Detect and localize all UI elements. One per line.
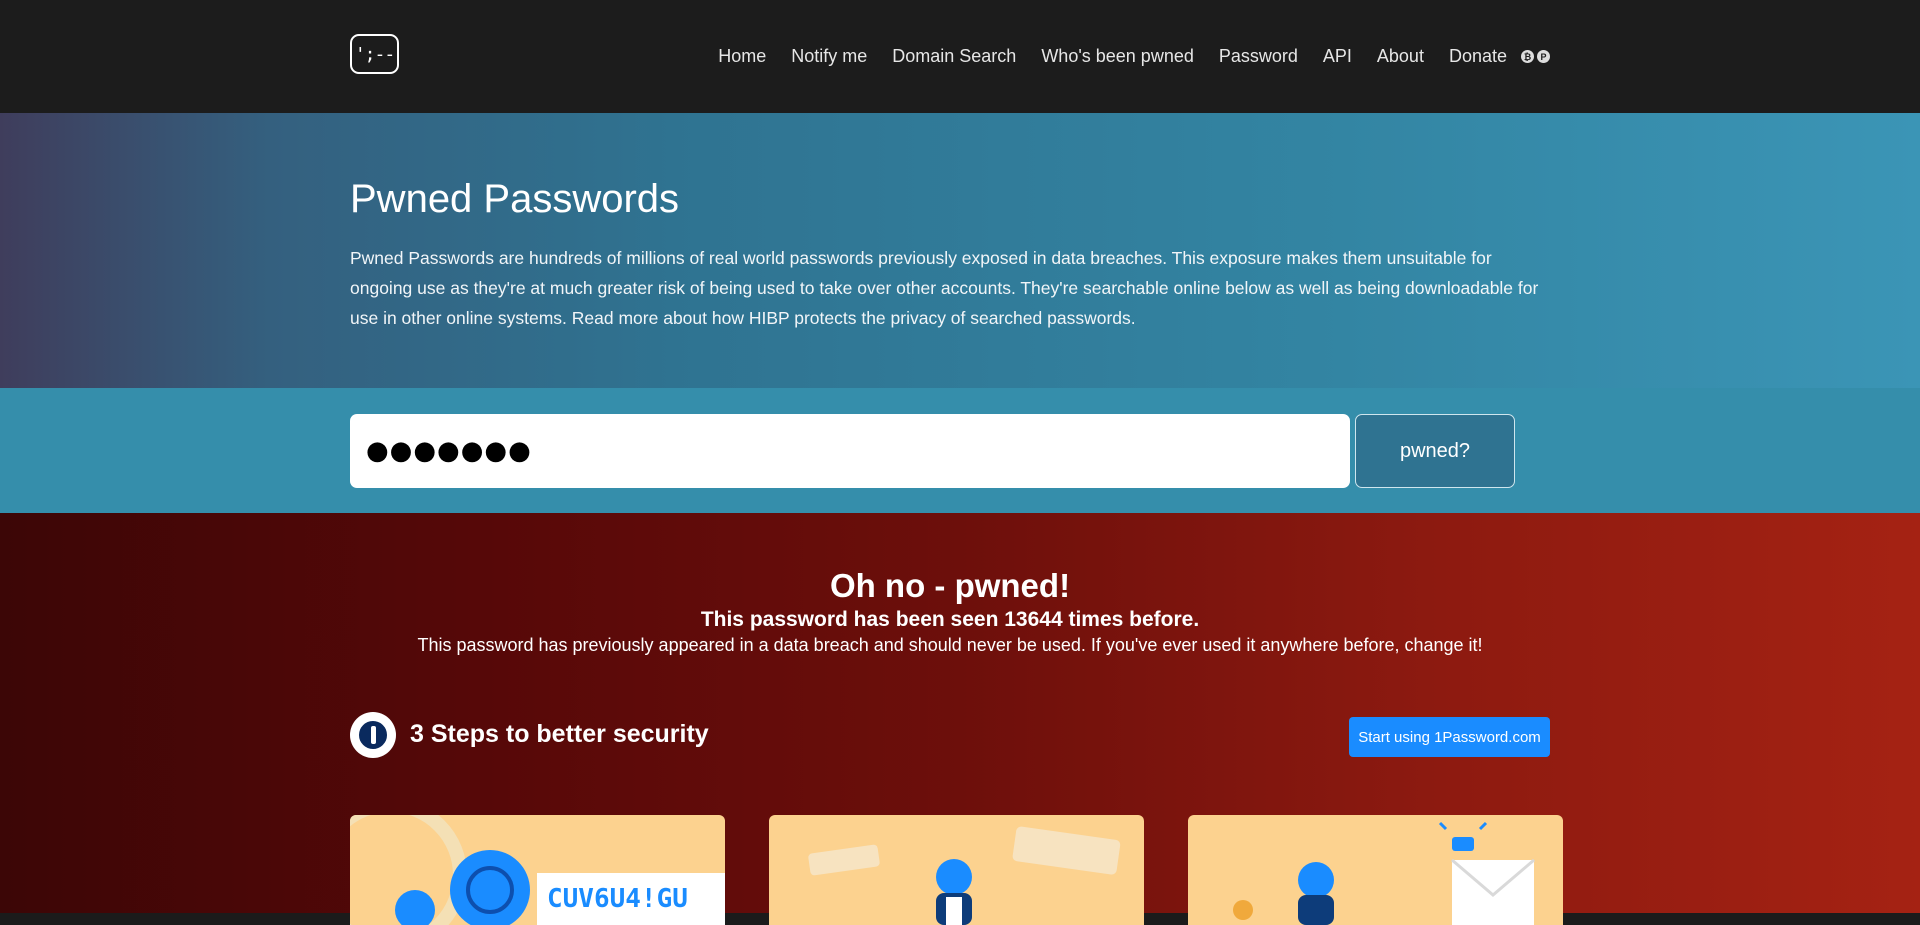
- result-description: This password has previously appeared in…: [417, 635, 1483, 655]
- page-description: Pwned Passwords are hundreds of millions…: [350, 248, 1539, 328]
- password-input[interactable]: [350, 414, 1350, 488]
- pwned-check-button[interactable]: pwned?: [1355, 414, 1515, 488]
- result-count: This password has been seen 13644 times …: [700, 608, 1200, 631]
- step-card-1: CUV6U4!GU: [350, 815, 725, 925]
- donate-icons: ₿ P: [1521, 50, 1550, 63]
- paypal-icon[interactable]: P: [1537, 50, 1550, 63]
- shared-vault-illustration: [808, 826, 1121, 925]
- nav-donate[interactable]: Donate: [1449, 46, 1507, 67]
- start-1password-button[interactable]: Start using 1Password.com: [1349, 717, 1550, 757]
- nav-password[interactable]: Password: [1219, 46, 1298, 67]
- top-navbar: ';-- Home Notify me Domain Search Who's …: [0, 0, 1920, 113]
- hero-section: Pwned Passwords Pwned Passwords are hund…: [0, 113, 1920, 388]
- 1password-logo-icon: [350, 712, 396, 758]
- result-title: Oh no - pwned!: [829, 567, 1071, 604]
- generated-password-box: CUV6U4!GU: [537, 873, 725, 925]
- nav-api[interactable]: API: [1323, 46, 1352, 67]
- result-section: Oh no - pwned! This password has been se…: [0, 513, 1920, 925]
- nav-notify-me[interactable]: Notify me: [791, 46, 867, 67]
- site-logo[interactable]: ';--: [350, 34, 399, 74]
- main-nav: Home Notify me Domain Search Who's been …: [693, 0, 1550, 113]
- nav-home[interactable]: Home: [718, 46, 766, 67]
- nav-whos-been-pwned[interactable]: Who's been pwned: [1041, 46, 1194, 67]
- nav-about[interactable]: About: [1377, 46, 1424, 67]
- step-card-2: [769, 815, 1144, 925]
- page-title: Pwned Passwords: [350, 177, 680, 221]
- steps-heading: 3 Steps to better security: [410, 720, 709, 748]
- nav-domain-search[interactable]: Domain Search: [892, 46, 1016, 67]
- bitcoin-icon[interactable]: ₿: [1521, 50, 1534, 63]
- password-search-bar: pwned?: [0, 388, 1920, 513]
- breach-alert-illustration: [1233, 821, 1535, 925]
- step-card-3: [1188, 815, 1563, 925]
